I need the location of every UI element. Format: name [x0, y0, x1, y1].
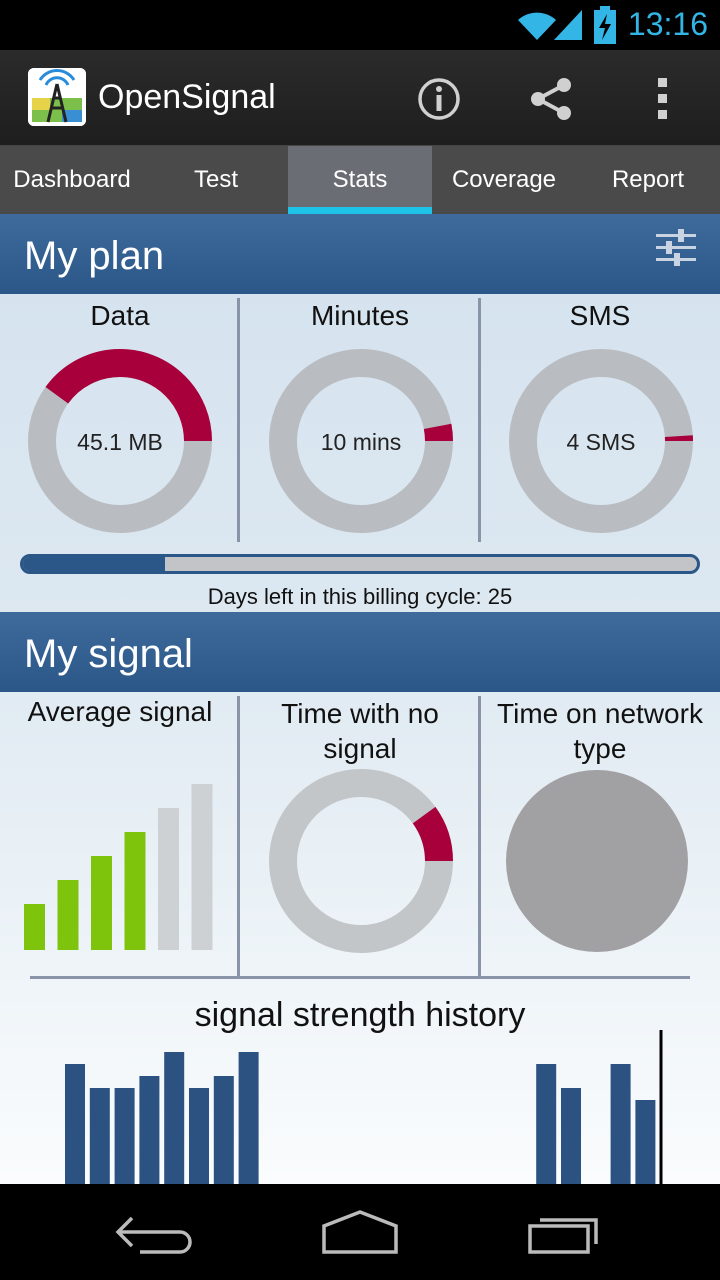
minutes-title: Minutes [310, 300, 410, 331]
my-signal-title: My signal [24, 632, 193, 676]
action-bar: OpenSignal [0, 50, 720, 146]
tab-test[interactable]: Test [144, 146, 288, 214]
info-icon[interactable] [412, 72, 466, 126]
app-title: OpenSignal [98, 78, 276, 116]
app-logo-icon[interactable] [28, 68, 86, 126]
battery-charging-icon [594, 6, 616, 44]
data-usage-donut[interactable]: 45.1 MB [27, 348, 213, 534]
billing-days-left: Days left in this billing cycle: 25 [207, 584, 513, 609]
history-bar [164, 1052, 185, 1184]
history-bar [189, 1088, 209, 1184]
cell-signal-icon [554, 10, 582, 40]
tab-coverage[interactable]: Coverage [432, 146, 576, 214]
sms-usage-value: 4 SMS [566, 429, 635, 455]
history-bar [213, 1076, 234, 1184]
no-signal-donut [269, 769, 453, 953]
plan-divider-2 [478, 298, 481, 542]
history-bar [561, 1088, 581, 1184]
signal-bar [91, 856, 112, 950]
my-plan-header: My plan [0, 214, 720, 294]
history-bar [536, 1064, 557, 1184]
data-usage-value: 45.1 MB [77, 429, 163, 455]
home-icon[interactable] [310, 1208, 410, 1256]
my-signal-header: My signal [0, 612, 720, 692]
back-icon[interactable] [110, 1208, 210, 1256]
my-plan-title: My plan [24, 234, 165, 278]
minutes-usage-value: 10 mins [321, 429, 402, 455]
tab-report[interactable]: Report [576, 146, 720, 214]
signal-bar [57, 880, 79, 950]
history-bar [238, 1052, 259, 1184]
tab-stats[interactable]: Stats [288, 146, 432, 214]
tab-bar: Dashboard Test Stats Coverage Report [0, 146, 720, 214]
history-divider [30, 976, 690, 979]
sms-usage-donut[interactable]: 4 SMS [508, 348, 694, 534]
network-type-title: Time on network type [497, 698, 703, 764]
stats-content[interactable]: My plan Data Minutes SMS 45.1 MB 10 mins… [0, 214, 720, 1184]
history-bar [635, 1100, 656, 1184]
no-signal-title: Time with no signal [281, 698, 439, 764]
history-bar [65, 1064, 85, 1184]
donut-track [269, 769, 453, 953]
signal-bar [24, 904, 45, 950]
signal-divider-2 [478, 696, 481, 976]
history-bar [114, 1088, 135, 1184]
share-icon[interactable] [524, 72, 578, 126]
signal-history-chart [65, 1030, 663, 1184]
sms-title: SMS [569, 300, 631, 331]
status-time: 13:16 [627, 6, 708, 42]
signal-bar [158, 808, 179, 950]
minutes-usage-donut[interactable]: 10 mins [268, 348, 454, 534]
settings-sliders-icon[interactable] [654, 226, 698, 270]
system-nav-bar [0, 1184, 720, 1280]
signal-bar [191, 784, 213, 950]
billing-cycle-progress [20, 554, 700, 574]
status-bar: 13:16 [0, 0, 720, 50]
signal-divider-1 [237, 696, 240, 976]
overflow-menu-icon[interactable] [636, 72, 690, 126]
network-type-pie [506, 770, 688, 952]
history-bar [610, 1064, 631, 1184]
billing-cycle-progress-fill [23, 557, 165, 571]
data-title: Data [90, 300, 150, 331]
average-signal-title: Average signal [27, 696, 213, 727]
signal-bar [124, 832, 146, 950]
history-bar [89, 1088, 110, 1184]
network-type-slice [506, 770, 688, 952]
recent-apps-icon[interactable] [516, 1208, 616, 1256]
history-bar [139, 1076, 160, 1184]
tab-dashboard[interactable]: Dashboard [0, 146, 144, 214]
average-signal-bars [24, 784, 213, 950]
plan-divider-1 [237, 298, 240, 542]
